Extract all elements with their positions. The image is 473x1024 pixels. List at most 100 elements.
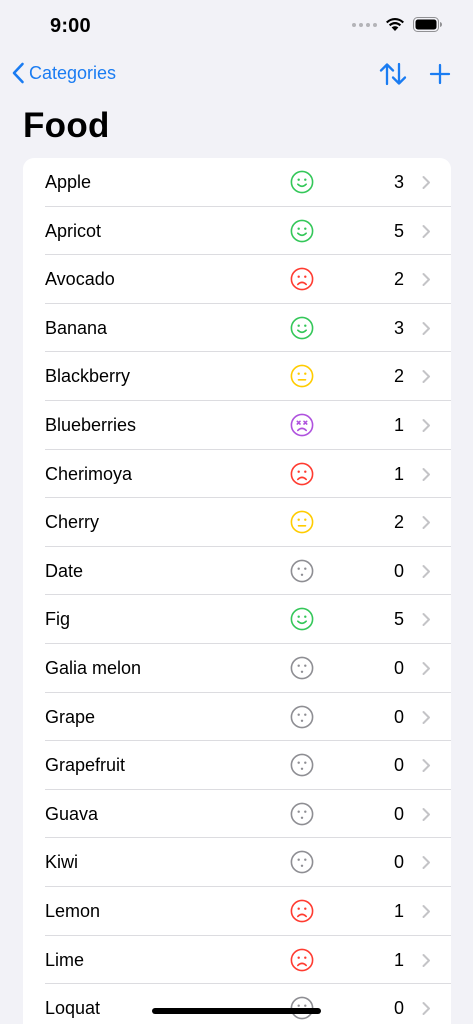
- item-name: Lemon: [45, 900, 101, 921]
- list-item[interactable]: Lime 1: [23, 936, 451, 985]
- neutral-face-icon: [290, 802, 314, 826]
- list-item[interactable]: Loquat 0: [23, 984, 451, 1024]
- item-name: Galia melon: [45, 657, 142, 678]
- wifi-icon: [386, 18, 404, 31]
- chevron-right-icon: [422, 807, 430, 821]
- happy-face-icon: [290, 607, 314, 631]
- chevron-right-icon: [422, 321, 430, 335]
- chevron-right-icon: [422, 1002, 430, 1016]
- chevron-right-icon: [422, 273, 430, 287]
- nav-actions: [379, 62, 451, 86]
- list-item[interactable]: Kiwi 0: [23, 838, 451, 887]
- item-name: Lime: [45, 949, 85, 970]
- dizzy-face-icon: [290, 413, 314, 437]
- item-count: 1: [393, 463, 404, 484]
- item-count: 5: [393, 609, 404, 630]
- item-name: Cherry: [45, 512, 100, 533]
- item-count: 0: [393, 706, 404, 727]
- chevron-right-icon: [422, 661, 430, 675]
- chevron-right-icon: [422, 564, 430, 578]
- item-count: 2: [393, 512, 404, 533]
- list-item[interactable]: Cherry 2: [23, 498, 451, 547]
- chevron-right-icon: [422, 176, 430, 189]
- page-title: Food: [23, 106, 110, 145]
- item-name: Grapefruit: [45, 755, 126, 776]
- item-count: 0: [393, 560, 404, 581]
- status-time: 9:00: [50, 15, 91, 37]
- chevron-right-icon: [422, 370, 430, 384]
- item-count: 3: [393, 172, 404, 192]
- neutral-face-icon: [290, 656, 314, 680]
- neutral-face-icon: [290, 850, 314, 874]
- item-name: Cherimoya: [45, 463, 133, 484]
- sort-arrows-icon: [379, 62, 407, 86]
- list-item[interactable]: Galia melon 0: [23, 644, 451, 693]
- list-item[interactable]: Apricot 5: [23, 207, 451, 256]
- sad-face-icon: [290, 462, 314, 485]
- neutral-face-icon: [290, 510, 314, 534]
- status-icons: [352, 17, 443, 32]
- cellular-signal-icon: [352, 22, 377, 27]
- neutral-face-icon: [290, 705, 314, 728]
- navigation-bar: Categories: [0, 54, 473, 100]
- list-item[interactable]: Apple 3: [23, 158, 451, 207]
- item-name: Guava: [45, 803, 99, 824]
- item-name: Avocado: [45, 269, 115, 290]
- chevron-right-icon: [422, 856, 430, 870]
- status-bar: 9:00: [0, 0, 473, 54]
- item-count: 5: [393, 220, 404, 241]
- item-name: Fig: [45, 609, 71, 630]
- item-count: 1: [393, 949, 404, 970]
- item-count: 1: [393, 900, 404, 921]
- chevron-right-icon: [422, 613, 430, 627]
- item-count: 0: [393, 755, 404, 776]
- chevron-right-icon: [422, 953, 430, 967]
- list-item[interactable]: Lemon 1: [23, 887, 451, 936]
- item-name: Grape: [45, 706, 96, 727]
- sad-face-icon: [290, 267, 314, 291]
- item-count: 0: [393, 657, 404, 678]
- food-list: Apple 3 Apricot 5 Avocado 2 Banana 3 Blackberry 2…: [23, 158, 451, 1024]
- item-count: 2: [393, 366, 404, 387]
- list-item[interactable]: Guava 0: [23, 790, 451, 839]
- plus-icon: [429, 63, 451, 85]
- item-name: Banana: [45, 317, 108, 338]
- chevron-right-icon: [422, 418, 430, 432]
- list-item[interactable]: Grapefruit 0: [23, 741, 451, 790]
- sort-button[interactable]: [379, 62, 407, 86]
- item-name: Date: [45, 560, 84, 581]
- item-name: Loquat: [45, 998, 101, 1019]
- happy-face-icon: [290, 170, 314, 194]
- list-item[interactable]: Cherimoya 1: [23, 450, 451, 499]
- chevron-right-icon: [422, 467, 430, 481]
- item-count: 0: [393, 803, 404, 824]
- happy-face-icon: [290, 316, 314, 340]
- list-item[interactable]: Blackberry 2: [23, 352, 451, 401]
- chevron-right-icon: [422, 224, 430, 238]
- list-item[interactable]: Date 0: [23, 547, 451, 596]
- battery-icon: [413, 17, 442, 32]
- list-item[interactable]: Avocado 2: [23, 255, 451, 304]
- back-button[interactable]: Categories: [12, 62, 116, 84]
- item-name: Kiwi: [45, 852, 79, 873]
- item-count: 2: [393, 269, 404, 290]
- neutral-face-icon: [290, 753, 314, 777]
- neutral-face-icon: [290, 364, 314, 388]
- chevron-left-icon: [12, 62, 24, 84]
- sad-face-icon: [290, 948, 314, 971]
- list-item[interactable]: Blueberries 1: [23, 401, 451, 450]
- item-count: 3: [393, 317, 404, 338]
- list-item[interactable]: Banana 3: [23, 304, 451, 353]
- neutral-face-icon: [290, 559, 314, 583]
- chevron-right-icon: [422, 516, 430, 530]
- item-name: Blackberry: [45, 366, 131, 387]
- add-button[interactable]: [429, 63, 451, 85]
- home-indicator: [152, 1008, 321, 1014]
- chevron-right-icon: [422, 904, 430, 918]
- list-item[interactable]: Grape 0: [23, 693, 451, 742]
- list-item[interactable]: Fig 5: [23, 595, 451, 644]
- item-count: 0: [393, 998, 404, 1019]
- chevron-right-icon: [422, 710, 430, 724]
- sad-face-icon: [290, 899, 314, 923]
- item-name: Apricot: [45, 220, 102, 241]
